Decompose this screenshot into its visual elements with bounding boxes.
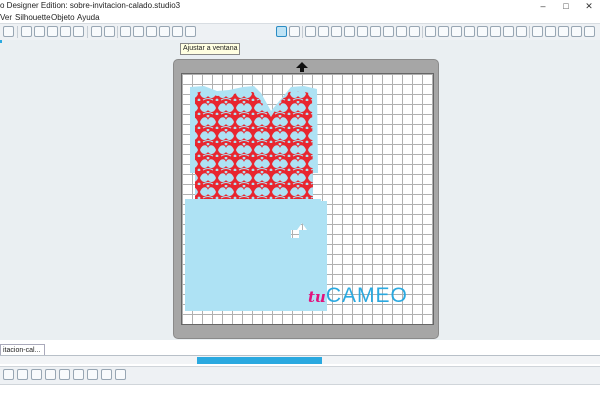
group-icon[interactable]: [3, 369, 14, 380]
weld-icon[interactable]: [59, 369, 70, 380]
document-tab[interactable]: itacion-cal...: [0, 344, 45, 355]
ungroup-icon[interactable]: [17, 369, 28, 380]
watermark-logo: tuCAMEO: [308, 284, 408, 308]
close-button[interactable]: ✕: [578, 0, 600, 12]
window-title: o Designer Edition: sobre-invitacion-cal…: [0, 1, 181, 10]
settings-icon[interactable]: [571, 26, 582, 37]
trace-icon[interactable]: [87, 369, 98, 380]
fill-color-icon[interactable]: [490, 26, 501, 37]
pan-icon[interactable]: [120, 26, 131, 37]
save-icon[interactable]: [34, 26, 45, 37]
arc-icon[interactable]: [383, 26, 394, 37]
scrollbar-thumb[interactable]: [197, 357, 322, 364]
menu-ver[interactable]: Ver: [0, 13, 12, 22]
bottom-toolbar: [0, 366, 600, 385]
rounded-rect-icon[interactable]: [331, 26, 342, 37]
menu-bar: Ver Silhouette Objeto Ayuda: [0, 12, 600, 23]
polygon-icon[interactable]: [357, 26, 368, 37]
page-icon[interactable]: [477, 26, 488, 37]
title-bar: o Designer Edition: sobre-invitacion-cal…: [0, 0, 600, 12]
curve-icon[interactable]: [370, 26, 381, 37]
envelope-body: [185, 199, 321, 311]
polyline-icon[interactable]: [396, 26, 407, 37]
layers-icon[interactable]: [532, 26, 543, 37]
more-icon[interactable]: [584, 26, 595, 37]
release-compound-icon[interactable]: [31, 369, 42, 380]
freehand-icon[interactable]: [409, 26, 420, 37]
smooth-freehand-icon[interactable]: [464, 26, 475, 37]
logo-tu: tu: [308, 288, 326, 306]
cut-icon[interactable]: [60, 26, 71, 37]
rectangle-icon[interactable]: [318, 26, 329, 37]
zoom-out-icon[interactable]: [146, 26, 157, 37]
print-icon[interactable]: [47, 26, 58, 37]
menu-objeto[interactable]: Objeto: [51, 13, 75, 22]
cut-settings-icon[interactable]: [545, 26, 556, 37]
modify-icon[interactable]: [115, 369, 126, 380]
fit-to-window-icon[interactable]: [185, 26, 196, 37]
copy-icon[interactable]: [73, 26, 84, 37]
open-icon[interactable]: [21, 26, 32, 37]
menu-silhouette[interactable]: Silhouette: [15, 13, 51, 22]
edit-points-icon[interactable]: [289, 26, 300, 37]
undo-icon[interactable]: [91, 26, 102, 37]
drag-zoom-icon[interactable]: [172, 26, 183, 37]
line-color-icon[interactable]: [503, 26, 514, 37]
knife-icon[interactable]: [451, 26, 462, 37]
text-icon[interactable]: [425, 26, 436, 37]
new-icon[interactable]: [3, 26, 14, 37]
offset-icon[interactable]: [73, 369, 84, 380]
minimize-button[interactable]: –: [532, 0, 554, 12]
panel-indicator: [0, 40, 2, 43]
line-style-icon[interactable]: [516, 26, 527, 37]
tooltip: Ajustar a ventana: [180, 43, 241, 55]
ellipse-icon[interactable]: [344, 26, 355, 37]
logo-cameo: CAMEO: [325, 284, 408, 307]
eraser-icon[interactable]: [438, 26, 449, 37]
lace-pattern: [195, 91, 313, 199]
maximize-button[interactable]: □: [555, 0, 577, 12]
make-compound-icon[interactable]: [45, 369, 56, 380]
zoom-box-icon[interactable]: [159, 26, 170, 37]
send-icon[interactable]: [558, 26, 569, 37]
line-icon[interactable]: [305, 26, 316, 37]
menu-ayuda[interactable]: Ayuda: [77, 13, 100, 22]
replicate-icon[interactable]: [101, 369, 112, 380]
load-direction-icon: [296, 62, 308, 72]
zoom-in-icon[interactable]: [133, 26, 144, 37]
select-icon[interactable]: [276, 26, 287, 37]
redo-icon[interactable]: [104, 26, 115, 37]
